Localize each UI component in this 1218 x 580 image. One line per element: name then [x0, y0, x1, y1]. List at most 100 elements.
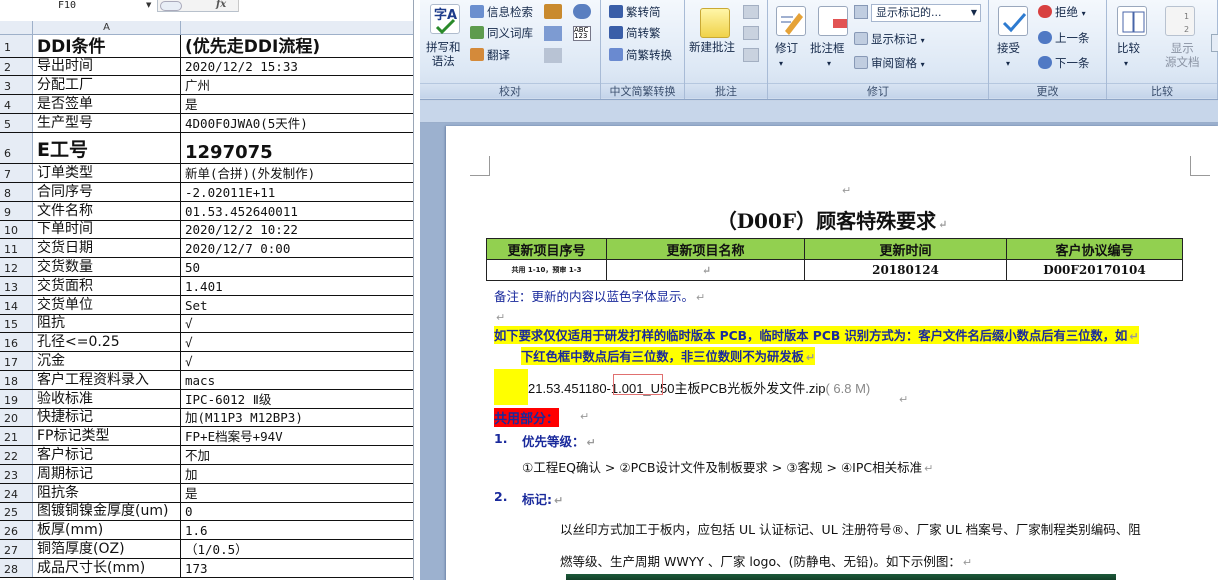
cell-b[interactable]: 2020/12/2 15:33	[181, 58, 413, 76]
cell-a[interactable]: 下单时间	[33, 220, 181, 239]
track-changes-icon[interactable]	[776, 6, 806, 36]
cell-b[interactable]: 173	[181, 559, 413, 577]
row-header[interactable]: 13	[0, 276, 33, 295]
cell-b[interactable]: 是	[181, 95, 413, 113]
cell-b[interactable]: 1.401	[181, 277, 413, 295]
row-header[interactable]: 18	[0, 370, 33, 389]
row-header[interactable]: 26	[0, 521, 33, 540]
cell-a[interactable]: FP标记类型	[33, 427, 181, 446]
compare-dropdown[interactable]: ▾	[1124, 57, 1128, 71]
cell-b[interactable]: 不加	[181, 446, 413, 464]
cell-a[interactable]: DDI条件	[33, 35, 181, 57]
cell-b[interactable]: 1.6	[181, 521, 413, 539]
cell-b[interactable]: 4D00F0JWA0(5天件)	[181, 114, 413, 132]
row-header[interactable]: 3	[0, 76, 33, 95]
cell-a[interactable]: 客户工程资料录入	[33, 370, 181, 389]
accept-button[interactable]: 接受	[997, 41, 1020, 55]
row-header[interactable]: 17	[0, 352, 33, 370]
formula-input[interactable]	[238, 0, 413, 12]
chinese-conversion-button[interactable]: 简繁转换	[609, 48, 672, 62]
cell-a[interactable]: 验收标准	[33, 389, 181, 408]
previous-comment-icon[interactable]	[743, 26, 759, 40]
show-source-icon[interactable]: 12	[1165, 6, 1195, 36]
row-header[interactable]: 16	[0, 333, 33, 352]
traditional-to-simplified-button[interactable]: 繁转简	[609, 5, 661, 19]
row-header[interactable]: 10	[0, 220, 33, 239]
track-changes-button[interactable]: 修订	[775, 41, 798, 55]
cell-a[interactable]: 孔径<=0.25	[33, 333, 181, 352]
new-comment-icon[interactable]	[700, 8, 730, 38]
cell-b[interactable]: Set	[181, 296, 413, 314]
horizontal-ruler[interactable]	[420, 101, 1218, 123]
cell-b[interactable]: 1297075	[181, 133, 413, 163]
language-icon[interactable]	[544, 48, 562, 63]
cell-a[interactable]: 合同序号	[33, 182, 181, 201]
cell-a[interactable]: 快捷标记	[33, 408, 181, 427]
cell-a[interactable]: 是否签单	[33, 95, 181, 113]
cell-b[interactable]: 01.53.452640011	[181, 202, 413, 220]
row-header[interactable]: 12	[0, 258, 33, 276]
cell-a[interactable]: 图镀铜镍金厚度(um)	[33, 502, 181, 521]
previous-change-button[interactable]: 上一条	[1038, 31, 1090, 45]
cell-a[interactable]: 周期标记	[33, 464, 181, 483]
select-all-corner[interactable]	[0, 21, 33, 35]
cell-b[interactable]: FP+E档案号+94V	[181, 427, 413, 445]
row-header[interactable]: 14	[0, 295, 33, 314]
cell-b[interactable]: √	[181, 352, 413, 370]
name-box[interactable]: F10	[0, 0, 158, 12]
reject-button[interactable]: 拒绝 ▾	[1038, 5, 1086, 21]
row-header[interactable]: 21	[0, 427, 33, 446]
compare-button[interactable]: 比较	[1117, 41, 1140, 55]
cell-b[interactable]: 是	[181, 484, 413, 502]
row-header[interactable]: 23	[0, 464, 33, 483]
formula-bar-splitter[interactable]	[160, 1, 182, 11]
cell-b[interactable]: 50	[181, 258, 413, 276]
balloons-button[interactable]: 批注框	[810, 41, 845, 55]
cell-b[interactable]: macs	[181, 371, 413, 389]
cell-b[interactable]: -2.02011E+11	[181, 183, 413, 201]
cell-a[interactable]: 分配工厂	[33, 76, 181, 95]
row-header[interactable]: 5	[0, 113, 33, 132]
row-header[interactable]: 20	[0, 408, 33, 427]
cell-a[interactable]: 铜箔厚度(OZ)	[33, 540, 181, 558]
translate-button[interactable]: 翻译	[470, 48, 510, 62]
new-comment-button[interactable]: 新建批注	[689, 40, 735, 54]
show-markup-button[interactable]: 显示标记 ▾	[854, 32, 925, 48]
cell-a[interactable]: 板厚(mm)	[33, 521, 181, 540]
thesaurus-button[interactable]: 同义词库	[470, 26, 533, 40]
row-header[interactable]: 25	[0, 502, 33, 521]
word-count-icon[interactable]: ABC 123	[573, 26, 591, 41]
protect-icon[interactable]	[1211, 34, 1218, 52]
cell-a[interactable]: 生产型号	[33, 113, 181, 132]
cell-a[interactable]: 阻抗条	[33, 483, 181, 502]
translate-screentip-icon[interactable]	[544, 26, 562, 41]
cell-b[interactable]: √	[181, 315, 413, 333]
chevron-down-icon[interactable]: ▼	[146, 1, 151, 9]
cell-a[interactable]: E工号	[33, 132, 181, 164]
simplified-to-traditional-button[interactable]: 简转繁	[609, 26, 661, 40]
row-header[interactable]: 6	[0, 132, 33, 164]
cell-a[interactable]: 导出时间	[33, 57, 181, 76]
row-header[interactable]: 15	[0, 314, 33, 333]
cell-a[interactable]: 成品尺寸长(mm)	[33, 558, 181, 577]
row-header[interactable]: 9	[0, 201, 33, 220]
cell-b[interactable]: 2020/12/7 0:00	[181, 239, 413, 257]
row-header[interactable]: 1	[0, 35, 33, 57]
row-header[interactable]: 19	[0, 389, 33, 408]
research-button[interactable]: 信息检索	[470, 5, 533, 19]
insert-function-icon[interactable]: fx	[216, 0, 226, 10]
set-language-icon[interactable]	[573, 4, 591, 19]
cell-b[interactable]: 2020/12/2 10:22	[181, 221, 413, 239]
spelling-icon[interactable]: 字A	[430, 4, 460, 35]
cell-b[interactable]: 新单(合拼)(外发制作)	[181, 164, 413, 182]
next-change-button[interactable]: 下一条	[1038, 56, 1090, 70]
cell-b[interactable]: √	[181, 333, 413, 351]
cell-a[interactable]: 订单类型	[33, 164, 181, 182]
row-header[interactable]: 28	[0, 558, 33, 577]
cell-b[interactable]: 加	[181, 465, 413, 483]
cell-b[interactable]: （1/0.5）	[181, 540, 413, 558]
cell-a[interactable]: 交货日期	[33, 239, 181, 258]
balloons-dropdown[interactable]: ▾	[827, 57, 831, 71]
delete-comment-icon[interactable]	[743, 5, 759, 19]
row-header[interactable]: 7	[0, 164, 33, 182]
